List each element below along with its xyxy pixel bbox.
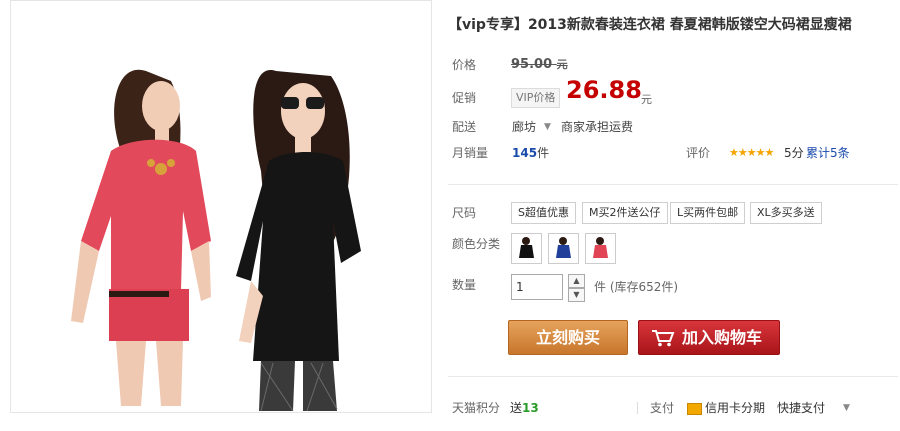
size-option-l[interactable]: L买两件包邮 [670, 202, 746, 224]
size-label: 尺码 [452, 206, 477, 220]
sale-currency: 元 [641, 93, 652, 106]
chevron-down-icon[interactable]: ▼ [544, 116, 551, 138]
divider [637, 402, 638, 414]
product-image[interactable] [10, 0, 432, 413]
size-option-s[interactable]: S超值优惠 [511, 202, 576, 224]
rating-label: 评价 [686, 146, 711, 160]
increment-button[interactable]: ▲ [568, 274, 585, 288]
rating-score: 5分 [784, 146, 804, 160]
points-label: 天猫积分 [452, 401, 501, 415]
color-swatch-black[interactable] [511, 233, 542, 264]
add-to-cart-label: 加入购物车 [682, 328, 763, 347]
points-value: 送13 [510, 401, 539, 415]
sale-price: 26.88 [566, 76, 642, 104]
quantity-input[interactable] [511, 274, 563, 300]
size-option-m[interactable]: M买2件送公仔 [582, 202, 668, 224]
rating-stars-icon: ★★★★★ [729, 146, 774, 159]
promo-label: 促销 [452, 91, 477, 105]
payment-label: 支付 [650, 401, 675, 415]
original-price: 95.00 元 [511, 57, 568, 72]
credit-card-installment[interactable]: 信用卡分期 [705, 397, 765, 419]
delivery-location[interactable]: 廊坊 [512, 116, 536, 138]
buy-now-button[interactable]: 立刻购买 [508, 320, 628, 355]
delivery-label: 配送 [452, 120, 477, 134]
credit-card-icon [687, 403, 702, 415]
monthly-sales-count: 145件 [512, 146, 550, 160]
quick-pay-option[interactable]: 快捷支付 [777, 397, 825, 419]
add-to-cart-button[interactable]: 加入购物车 [638, 320, 780, 355]
decrement-button[interactable]: ▼ [568, 288, 585, 302]
blue-dress-thumbnail [549, 234, 578, 263]
product-photo-illustration [11, 1, 431, 412]
product-title: 【vip专享】2013新款春装连衣裙 春夏裙韩版镂空大码裙显瘦裙 [448, 17, 852, 33]
red-dress-thumbnail [586, 234, 615, 263]
stock-info: 件 (库存652件) [594, 280, 679, 294]
shipping-info: 商家承担运费 [561, 120, 634, 134]
divider [448, 376, 898, 377]
vip-price-tag: VIP价格 [511, 88, 561, 108]
monthly-sales-label: 月销量 [452, 146, 489, 160]
color-swatch-red[interactable] [585, 233, 616, 264]
review-count-link[interactable]: 累计5条 [806, 142, 850, 164]
shopping-cart-icon [652, 330, 675, 347]
color-swatch-blue[interactable] [548, 233, 579, 264]
divider [448, 184, 898, 185]
chevron-down-icon[interactable]: ▼ [843, 397, 850, 419]
color-label: 颜色分类 [452, 237, 501, 251]
black-dress-thumbnail [512, 234, 541, 263]
size-option-xl[interactable]: XL多买多送 [750, 202, 822, 224]
price-label: 价格 [452, 58, 477, 72]
product-info: 【vip专享】2013新款春装连衣裙 春夏裙韩版镂空大码裙显瘦裙 价格 95.0… [448, 0, 898, 431]
quantity-label: 数量 [452, 278, 477, 292]
